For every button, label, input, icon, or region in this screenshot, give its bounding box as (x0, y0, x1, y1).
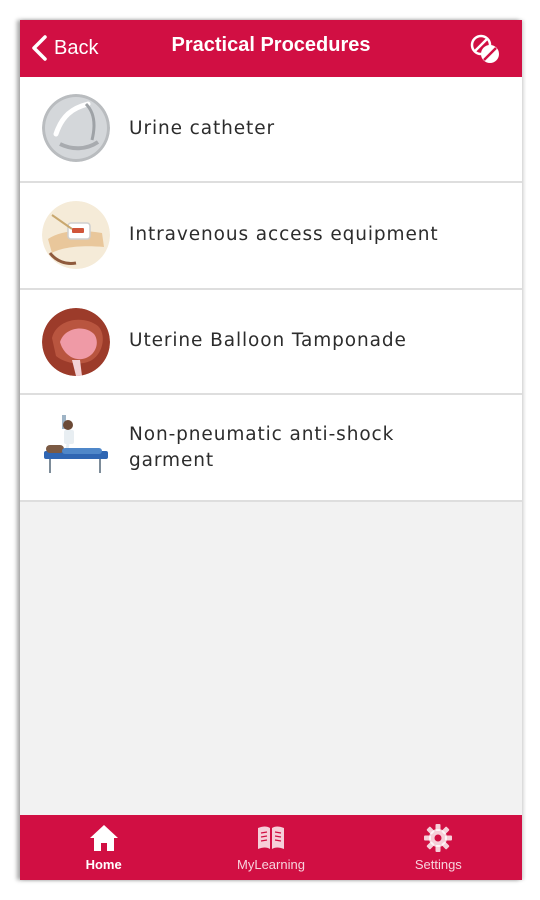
tab-bar: Home MyLearning Settings (20, 815, 522, 880)
back-button[interactable]: Back (28, 33, 98, 63)
back-label: Back (54, 36, 99, 59)
list-item-label: Intravenous access equipment (129, 224, 439, 245)
list-item-uterine-balloon[interactable]: Uterine Balloon Tamponade (20, 290, 522, 395)
tab-label: MyLearning (237, 857, 305, 872)
tab-label: Settings (414, 857, 462, 872)
anti-shock-garment-thumbnail (42, 415, 110, 483)
list-item-label: Uterine Balloon Tamponade (129, 330, 407, 351)
list-item-label-line1: Non-pneumatic anti-shock (129, 424, 395, 445)
uterine-balloon-thumbnail (42, 308, 110, 376)
urine-catheter-thumbnail (42, 94, 110, 162)
pills-icon[interactable] (468, 32, 502, 66)
tab-settings[interactable]: Settings (355, 815, 522, 880)
app-screen: Back Practical Procedures Urine catheter (20, 20, 522, 880)
tab-mylearning[interactable]: MyLearning (187, 815, 354, 880)
procedure-list: Urine catheter Intravenous access equipm… (20, 77, 522, 502)
gear-icon (424, 824, 453, 852)
list-item-label: Urine catheter (129, 118, 275, 139)
book-icon (257, 826, 284, 849)
header-bar: Back Practical Procedures (20, 20, 522, 77)
list-item-iv-access[interactable]: Intravenous access equipment (20, 183, 522, 290)
list-item-label-line2: garment (129, 450, 215, 471)
home-icon (89, 825, 118, 851)
page-title: Practical Procedures (171, 34, 371, 56)
list-item-urine-catheter[interactable]: Urine catheter (20, 77, 522, 183)
tab-label: Home (85, 857, 122, 872)
list-item-label-group: Non-pneumatic anti-shock garment (129, 422, 394, 474)
list-item-anti-shock-garment[interactable]: Non-pneumatic anti-shock garment (20, 395, 522, 502)
chevron-left-icon (32, 35, 47, 61)
tab-home[interactable]: Home (20, 815, 187, 880)
iv-access-thumbnail (42, 201, 110, 269)
